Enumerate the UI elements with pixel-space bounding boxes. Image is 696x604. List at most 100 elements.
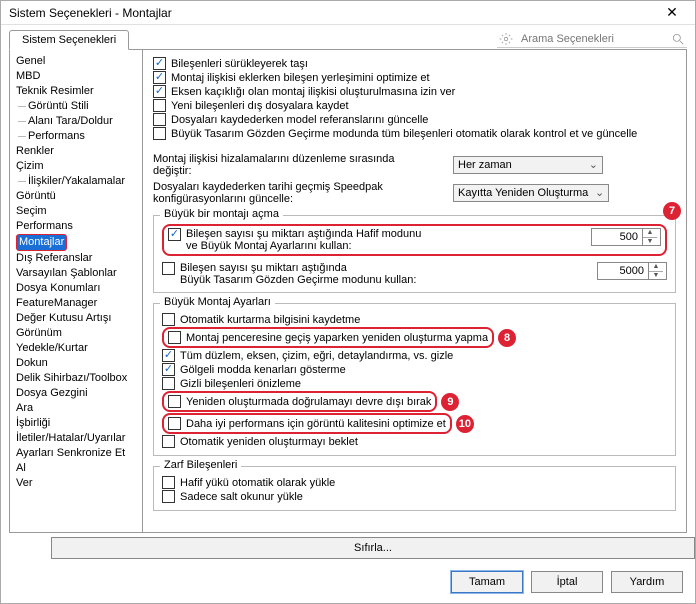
window-title: Sistem Seçenekleri - Montajlar bbox=[9, 6, 172, 20]
checkbox[interactable]: ✓ bbox=[162, 363, 175, 376]
sidebar-item[interactable]: Görünüm bbox=[16, 326, 140, 341]
checkbox-label: Gölgeli modda kenarları gösterme bbox=[180, 364, 346, 376]
search-icon bbox=[671, 32, 685, 46]
reset-button[interactable]: Sıfırla... bbox=[51, 537, 695, 559]
ok-button[interactable]: Tamam bbox=[451, 571, 523, 593]
sidebar-item[interactable]: Ara bbox=[16, 401, 140, 416]
label-align-change: Montaj ilişkisi hizalamalarını düzenleme… bbox=[153, 153, 423, 177]
checkbox[interactable] bbox=[153, 127, 166, 140]
sidebar-item[interactable]: Renkler bbox=[16, 144, 140, 159]
sidebar-item[interactable]: Dosya Konumları bbox=[16, 281, 140, 296]
sidebar-item[interactable]: Ayarları Senkronize Et bbox=[16, 446, 140, 461]
chk-ldr-threshold[interactable] bbox=[162, 262, 175, 275]
checkbox-label: Tüm düzlem, eksen, çizim, eğri, detaylan… bbox=[180, 350, 453, 362]
sidebar-item[interactable]: MBD bbox=[16, 69, 140, 84]
checkbox-label: Bileşenleri sürükleyerek taşı bbox=[171, 58, 308, 70]
callout-9: 9 bbox=[441, 393, 459, 411]
lbl-lightweight-b: ve Büyük Montaj Ayarlarını kullan: bbox=[186, 240, 591, 252]
close-button[interactable]: ✕ bbox=[655, 2, 689, 24]
checkbox-label: Otomatik kurtarma bilgisini kaydetme bbox=[180, 314, 360, 326]
checkbox-label: Yeni bileşenleri dış dosyalara kaydet bbox=[171, 100, 349, 112]
checkbox[interactable]: ✓ bbox=[162, 349, 175, 362]
sidebar-item[interactable]: İlişkiler/Yakalamalar bbox=[16, 174, 140, 189]
checkbox[interactable] bbox=[162, 313, 175, 326]
sidebar-item[interactable]: Alanı Tara/Doldur bbox=[16, 114, 140, 129]
checkbox-label: Eksen kaçıklığı olan montaj ilişkisi olu… bbox=[171, 86, 455, 98]
sidebar-item[interactable]: Delik Sihirbazı/Toolbox bbox=[16, 371, 140, 386]
group-open-large: Büyük bir montajı açma 7 ✓ Bileşen sayıs… bbox=[153, 215, 676, 293]
content-panel: ✓ Bileşenleri sürükleyerek taşı ✓ Montaj il… bbox=[143, 50, 687, 533]
dialog-window: Sistem Seçenekleri - Montajlar ✕ Sistem … bbox=[0, 0, 696, 604]
lbl-lightweight-a: Bileşen sayısı şu miktarı aştığında Hafi… bbox=[186, 228, 591, 240]
checkbox[interactable] bbox=[162, 490, 175, 503]
checkbox-label: Yeniden oluşturmada doğrulamayı devre dı… bbox=[186, 396, 431, 408]
checkbox[interactable]: ✓ bbox=[153, 85, 166, 98]
sidebar-item[interactable]: Genel bbox=[16, 54, 140, 69]
checkbox[interactable] bbox=[162, 435, 175, 448]
callout-10: 10 bbox=[456, 415, 474, 433]
legend-large-settings: Büyük Montaj Ayarları bbox=[160, 296, 275, 308]
sidebar-item[interactable]: Teknik Resimler bbox=[16, 84, 140, 99]
legend-envelope: Zarf Bileşenleri bbox=[160, 459, 241, 471]
callout-8: 8 bbox=[498, 329, 516, 347]
sidebar-item[interactable]: Çizim bbox=[16, 159, 140, 174]
checkbox-label: Gizli bileşenleri önizleme bbox=[180, 378, 301, 390]
lbl-ldr-b: Büyük Tasarım Gözden Geçirme modunu kull… bbox=[180, 274, 597, 286]
checkbox[interactable] bbox=[153, 99, 166, 112]
footer: Tamam İptal Yardım bbox=[1, 565, 695, 603]
checkbox-label: Dosyaları kaydederken model referansları… bbox=[171, 114, 428, 126]
tab-system-options[interactable]: Sistem Seçenekleri bbox=[9, 30, 129, 50]
checkbox-label: Daha iyi performans için görüntü kalites… bbox=[186, 418, 446, 430]
titlebar: Sistem Seçenekleri - Montajlar ✕ bbox=[1, 1, 695, 25]
num-lightweight-threshold[interactable]: ▲▼ bbox=[591, 228, 661, 246]
sidebar-item[interactable]: FeatureManager bbox=[16, 296, 140, 311]
chk-lightweight-threshold[interactable]: ✓ bbox=[168, 228, 181, 241]
search-box[interactable] bbox=[497, 31, 687, 48]
callout-7: 7 bbox=[663, 202, 681, 220]
sidebar-item[interactable]: Montajlar bbox=[16, 234, 140, 251]
sidebar-item[interactable]: Performans bbox=[16, 219, 140, 234]
checkbox-label: Montaj penceresine geçiş yaparken yenide… bbox=[186, 332, 488, 344]
checkbox[interactable]: ✓ bbox=[153, 71, 166, 84]
checkbox[interactable]: ✓ bbox=[153, 57, 166, 70]
sidebar-item[interactable]: Ver bbox=[16, 476, 140, 491]
category-tree[interactable]: GenelMBDTeknik ResimlerGörüntü StiliAlan… bbox=[9, 50, 143, 533]
sidebar-item[interactable]: Görüntü bbox=[16, 189, 140, 204]
sidebar-item[interactable]: İletiler/Hatalar/Uyarılar bbox=[16, 431, 140, 446]
checkbox[interactable] bbox=[168, 395, 181, 408]
help-button[interactable]: Yardım bbox=[611, 571, 683, 593]
search-input[interactable] bbox=[519, 32, 665, 46]
cancel-button[interactable]: İptal bbox=[531, 571, 603, 593]
sidebar-item[interactable]: Dış Referanslar bbox=[16, 251, 140, 266]
sidebar-item[interactable]: Yedekle/Kurtar bbox=[16, 341, 140, 356]
sidebar-item[interactable]: Performans bbox=[16, 129, 140, 144]
tab-label: Sistem Seçenekleri bbox=[22, 34, 116, 46]
checkbox-label: Hafif yükü otomatik olarak yükle bbox=[180, 477, 335, 489]
checkbox-label: Montaj ilişkisi eklerken bileşen yerleşi… bbox=[171, 72, 430, 84]
lbl-ldr-a: Bileşen sayısı şu miktarı aştığında bbox=[180, 262, 597, 274]
sidebar-item[interactable]: Dokun bbox=[16, 356, 140, 371]
sidebar-item[interactable]: İşbirliği bbox=[16, 416, 140, 431]
select-align-change[interactable]: Her zaman bbox=[453, 156, 603, 174]
checkbox[interactable] bbox=[168, 331, 181, 344]
checkbox-label: Sadece salt okunur yükle bbox=[180, 491, 303, 503]
num-ldr-threshold[interactable]: ▲▼ bbox=[597, 262, 667, 280]
legend-open-large: Büyük bir montajı açma bbox=[160, 208, 283, 220]
sidebar-item[interactable]: Değer Kutusu Artışı bbox=[16, 311, 140, 326]
panels: GenelMBDTeknik ResimlerGörüntü StiliAlan… bbox=[9, 49, 687, 533]
sidebar-item[interactable]: Varsayılan Şablonlar bbox=[16, 266, 140, 281]
select-speedpak-update[interactable]: Kayıtta Yeniden Oluşturma bbox=[453, 184, 609, 202]
checkbox[interactable] bbox=[162, 377, 175, 390]
sidebar-item[interactable]: Görüntü Stili bbox=[16, 99, 140, 114]
checkbox[interactable] bbox=[153, 113, 166, 126]
checkbox[interactable] bbox=[162, 476, 175, 489]
checkbox[interactable] bbox=[168, 417, 181, 430]
sidebar-item[interactable]: Al bbox=[16, 461, 140, 476]
sidebar-item[interactable]: Seçim bbox=[16, 204, 140, 219]
group-envelope: Zarf Bileşenleri Hafif yükü otomatik ola… bbox=[153, 466, 676, 511]
group-large-settings: Büyük Montaj Ayarları Otomatik kurtarma … bbox=[153, 303, 676, 456]
gear-icon bbox=[499, 32, 513, 46]
checkbox-label: Otomatik yeniden oluşturmayı beklet bbox=[180, 436, 358, 448]
checkbox-label: Büyük Tasarım Gözden Geçirme modunda tüm… bbox=[171, 128, 637, 140]
sidebar-item[interactable]: Dosya Gezgini bbox=[16, 386, 140, 401]
